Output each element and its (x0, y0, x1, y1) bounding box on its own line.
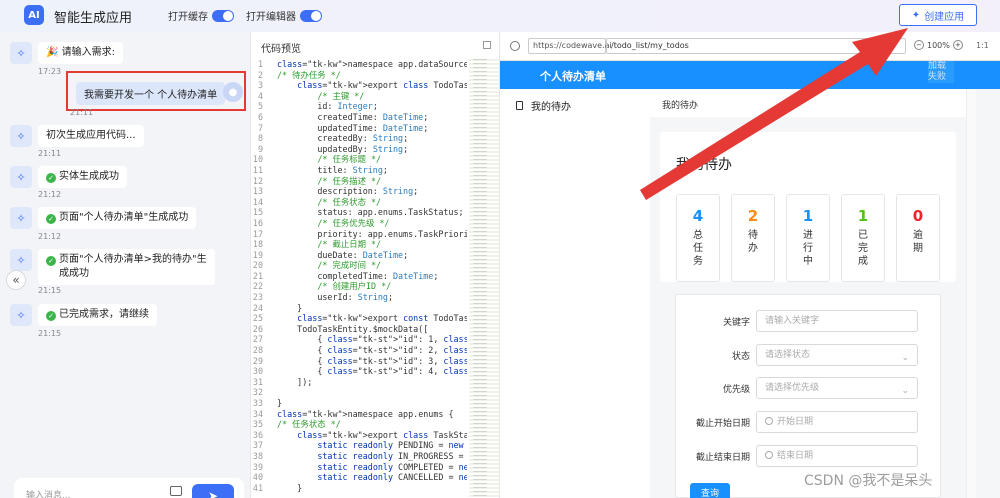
annotation-arrow-shape (640, 28, 908, 200)
app-window: AI 智能生成应用 打开缓存 打开编辑器 ✦ 创建应用 ✧ 🎉 请输入需求: 1… (0, 0, 1000, 498)
annotation-arrow (640, 28, 908, 200)
watermark: CSDN @我不是呆头 (804, 473, 933, 489)
